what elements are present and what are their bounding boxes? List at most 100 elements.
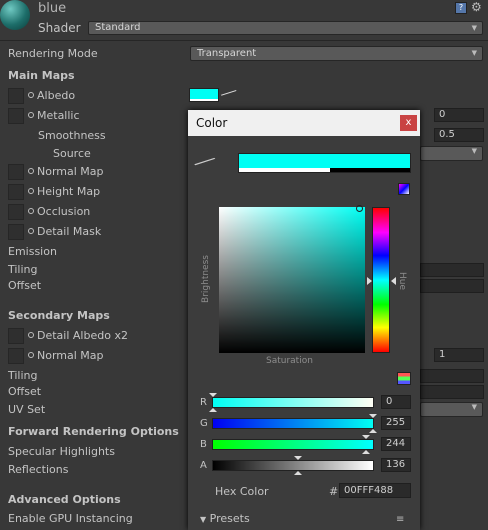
detail-mask-label: Detail Mask — [28, 225, 101, 238]
channel-r-label: R — [200, 397, 207, 408]
channel-a-value[interactable]: 136 — [381, 458, 411, 472]
hue-slider[interactable] — [372, 207, 390, 353]
tiling-label: Tiling — [8, 263, 38, 276]
forward-rendering-heading: Forward Rendering Options — [8, 425, 179, 438]
eyedropper-icon[interactable]: ╱ — [221, 85, 236, 100]
smoothness-label: Smoothness — [38, 129, 106, 142]
header-divider — [0, 40, 488, 41]
detail-mask-dot-icon — [28, 228, 34, 234]
channel-r-value[interactable]: 0 — [381, 395, 411, 409]
offset-2-label: Offset — [8, 385, 42, 398]
occlusion-dot-icon — [28, 208, 34, 214]
source-label: Source — [53, 147, 91, 160]
channel-b-value[interactable]: 244 — [381, 437, 411, 451]
channel-g-label: G — [200, 418, 208, 429]
channel-b-handle[interactable] — [362, 435, 370, 439]
hue-handle-right[interactable] — [391, 277, 396, 285]
height-map-texture-slot[interactable] — [8, 184, 24, 200]
normal-map-texture-slot[interactable] — [8, 164, 24, 180]
color-wheel-icon[interactable] — [398, 183, 410, 195]
channel-g-value[interactable]: 255 — [381, 416, 411, 430]
channel-g-handle[interactable] — [369, 414, 377, 418]
detail-albedo-label: Detail Albedo x2 — [28, 329, 128, 342]
alpha-preview-white — [239, 168, 330, 172]
metallic-dot-icon — [28, 112, 34, 118]
albedo-alpha-bar — [190, 99, 218, 101]
occlusion-texture-slot[interactable] — [8, 204, 24, 220]
hue-handle-left[interactable] — [367, 277, 372, 285]
shader-dropdown[interactable]: Standard ▼ — [88, 21, 483, 35]
help-icon[interactable]: ? — [455, 2, 467, 14]
picker-title-bar: Color x — [188, 110, 420, 136]
main-maps-heading: Main Maps — [8, 69, 75, 82]
normal-map-dot-icon — [28, 168, 34, 174]
close-icon[interactable]: x — [400, 115, 417, 131]
eyedropper-icon[interactable]: ╱ — [195, 151, 215, 171]
alpha-preview-black — [330, 168, 410, 172]
saturation-label: Saturation — [266, 356, 313, 366]
channel-a-handle-bottom — [294, 471, 302, 475]
detail-albedo-texture-slot[interactable] — [8, 328, 24, 344]
sv-handle[interactable] — [356, 205, 363, 212]
channel-g-handle-bottom — [369, 429, 377, 433]
detail-mask-texture-slot[interactable] — [8, 224, 24, 240]
channel-r-slider[interactable] — [212, 397, 374, 408]
dropdown-arrow-icon: ▼ — [471, 147, 477, 155]
advanced-options-heading: Advanced Options — [8, 493, 121, 506]
rendering-mode-dropdown[interactable]: Transparent ▼ — [190, 46, 483, 61]
normal-map-2-dot-icon — [28, 352, 34, 358]
normal-map-2-value-field[interactable]: 1 — [434, 348, 484, 362]
presets-foldout[interactable]: ▼ Presets — [200, 512, 250, 525]
color-preview — [238, 153, 411, 173]
height-map-dot-icon — [28, 188, 34, 194]
metallic-value-field[interactable]: 0 — [434, 108, 484, 122]
channel-a-handle[interactable] — [294, 456, 302, 460]
albedo-color-swatch[interactable] — [189, 88, 219, 102]
channel-b-slider[interactable] — [212, 439, 374, 450]
gpu-instancing-label: Enable GPU Instancing — [8, 512, 133, 525]
uv-set-dropdown[interactable]: ▼ — [420, 402, 483, 417]
foldout-arrow-icon: ▼ — [200, 515, 207, 524]
hue-label: Hue — [397, 271, 408, 291]
offset-2-field[interactable] — [420, 385, 484, 399]
channel-r-handle-bottom — [209, 408, 217, 412]
source-dropdown[interactable]: ▼ — [420, 146, 483, 161]
offset-field[interactable] — [420, 279, 484, 293]
saturation-brightness-square[interactable] — [219, 205, 365, 353]
material-name: blue — [38, 1, 67, 16]
smoothness-value-field[interactable]: 0.5 — [434, 128, 484, 142]
channel-a-slider[interactable] — [212, 460, 374, 471]
hex-hash: # — [329, 485, 339, 498]
hex-color-field[interactable]: 00FFF488 — [339, 483, 411, 498]
normal-map-label: Normal Map — [28, 165, 104, 178]
channel-r-handle[interactable] — [209, 393, 217, 397]
uv-set-label: UV Set — [8, 403, 46, 416]
emission-checkbox-label[interactable]: Emission — [8, 245, 57, 258]
occlusion-label: Occlusion — [28, 205, 90, 218]
specular-highlights-label: Specular Highlights — [8, 445, 115, 458]
channel-a-label: A — [200, 460, 207, 471]
dropdown-arrow-icon: ▼ — [471, 49, 477, 57]
normal-map-2-texture-slot[interactable] — [8, 348, 24, 364]
picker-title: Color — [196, 116, 228, 130]
slider-mode-icon[interactable] — [397, 372, 411, 385]
channel-g-slider[interactable] — [212, 418, 374, 429]
albedo-dot-icon — [28, 92, 34, 98]
reflections-label: Reflections — [8, 463, 69, 476]
metallic-texture-slot[interactable] — [8, 108, 24, 124]
tiling-2-field[interactable] — [420, 369, 484, 383]
presets-menu-icon[interactable]: ≡ — [396, 514, 404, 525]
height-map-label: Height Map — [28, 185, 100, 198]
shader-value: Standard — [95, 22, 141, 33]
tiling-2-label: Tiling — [8, 369, 38, 382]
normal-map-2-label: Normal Map — [28, 349, 104, 362]
albedo-texture-slot[interactable] — [8, 88, 24, 104]
gear-icon[interactable]: ⚙ — [471, 0, 482, 14]
shader-label: Shader — [38, 21, 81, 35]
channel-b-handle-bottom — [362, 450, 370, 454]
rendering-mode-value: Transparent — [197, 48, 257, 59]
hex-color-label: Hex Color — [215, 485, 269, 498]
tiling-field[interactable] — [420, 263, 484, 277]
detail-albedo-dot-icon — [28, 332, 34, 338]
material-preview-sphere — [0, 0, 30, 30]
